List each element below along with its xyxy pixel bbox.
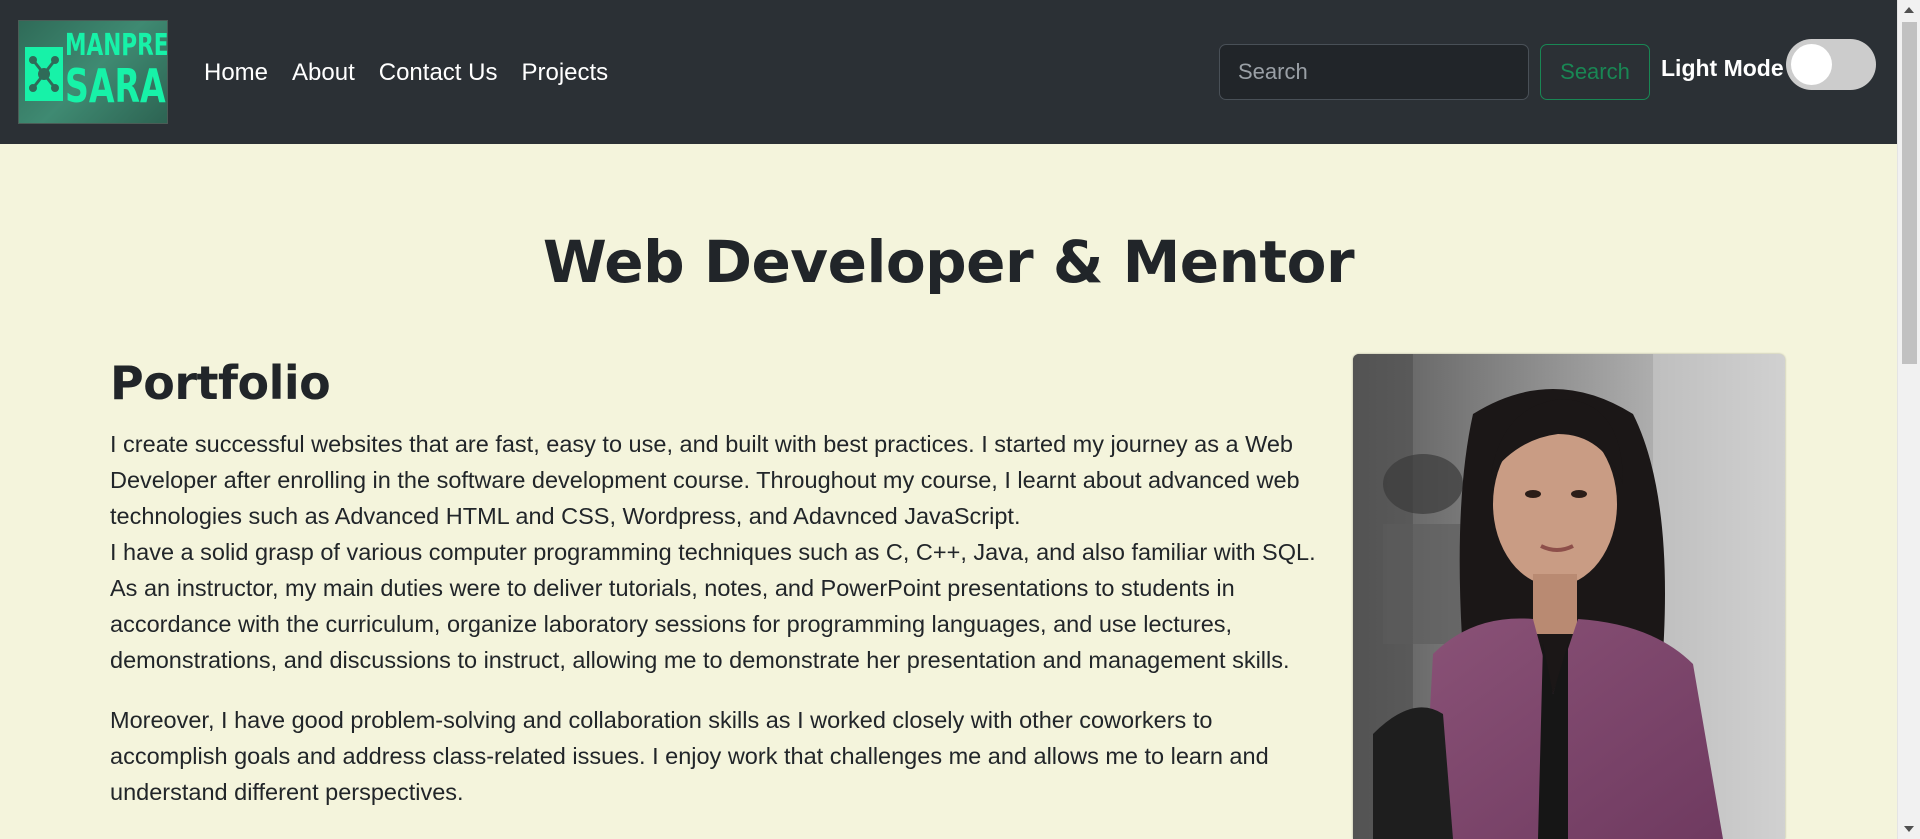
nav-link-projects[interactable]: Projects [521, 56, 608, 90]
logo-text: MANPREET SARAO [65, 28, 168, 113]
portrait-illustration [1353, 354, 1785, 839]
theme-mode-label: Light Mode [1661, 55, 1784, 81]
nav-link-home[interactable]: Home [204, 56, 268, 90]
scroll-up-arrow-icon[interactable] [1904, 7, 1914, 13]
logo-line1: MANPREET [65, 28, 168, 63]
nav-link-contact-us[interactable]: Contact Us [379, 56, 498, 90]
portfolio-heading: Portfolio [110, 356, 331, 410]
nav-links: Home About Contact Us Projects [204, 56, 632, 90]
bio-text: I create successful websites that are fa… [110, 426, 1320, 810]
page: MANPREET SARAO Home About Contact Us Pro… [0, 0, 1920, 839]
theme-toggle[interactable] [1786, 39, 1876, 90]
vertical-scrollbar[interactable] [1897, 0, 1920, 839]
bio-paragraph-3: Moreover, I have good problem-solving an… [110, 707, 1269, 805]
profile-photo [1353, 354, 1785, 839]
brand-logo[interactable]: MANPREET SARAO [18, 20, 168, 124]
bio-paragraph-1: I create successful websites that are fa… [110, 431, 1300, 529]
bio-paragraph-2: I have a solid grasp of various computer… [110, 539, 1316, 673]
nav-link-about[interactable]: About [292, 56, 355, 90]
toggle-knob [1791, 44, 1832, 85]
navbar: MANPREET SARAO Home About Contact Us Pro… [0, 0, 1897, 144]
scroll-down-arrow-icon[interactable] [1904, 826, 1914, 832]
logo-line2: SARAO [65, 59, 167, 113]
scrollbar-thumb[interactable] [1902, 22, 1917, 364]
search-input[interactable] [1219, 44, 1529, 100]
page-headline: Web Developer & Mentor [542, 228, 1355, 296]
network-icon [25, 47, 63, 101]
search-button[interactable]: Search [1540, 44, 1650, 100]
